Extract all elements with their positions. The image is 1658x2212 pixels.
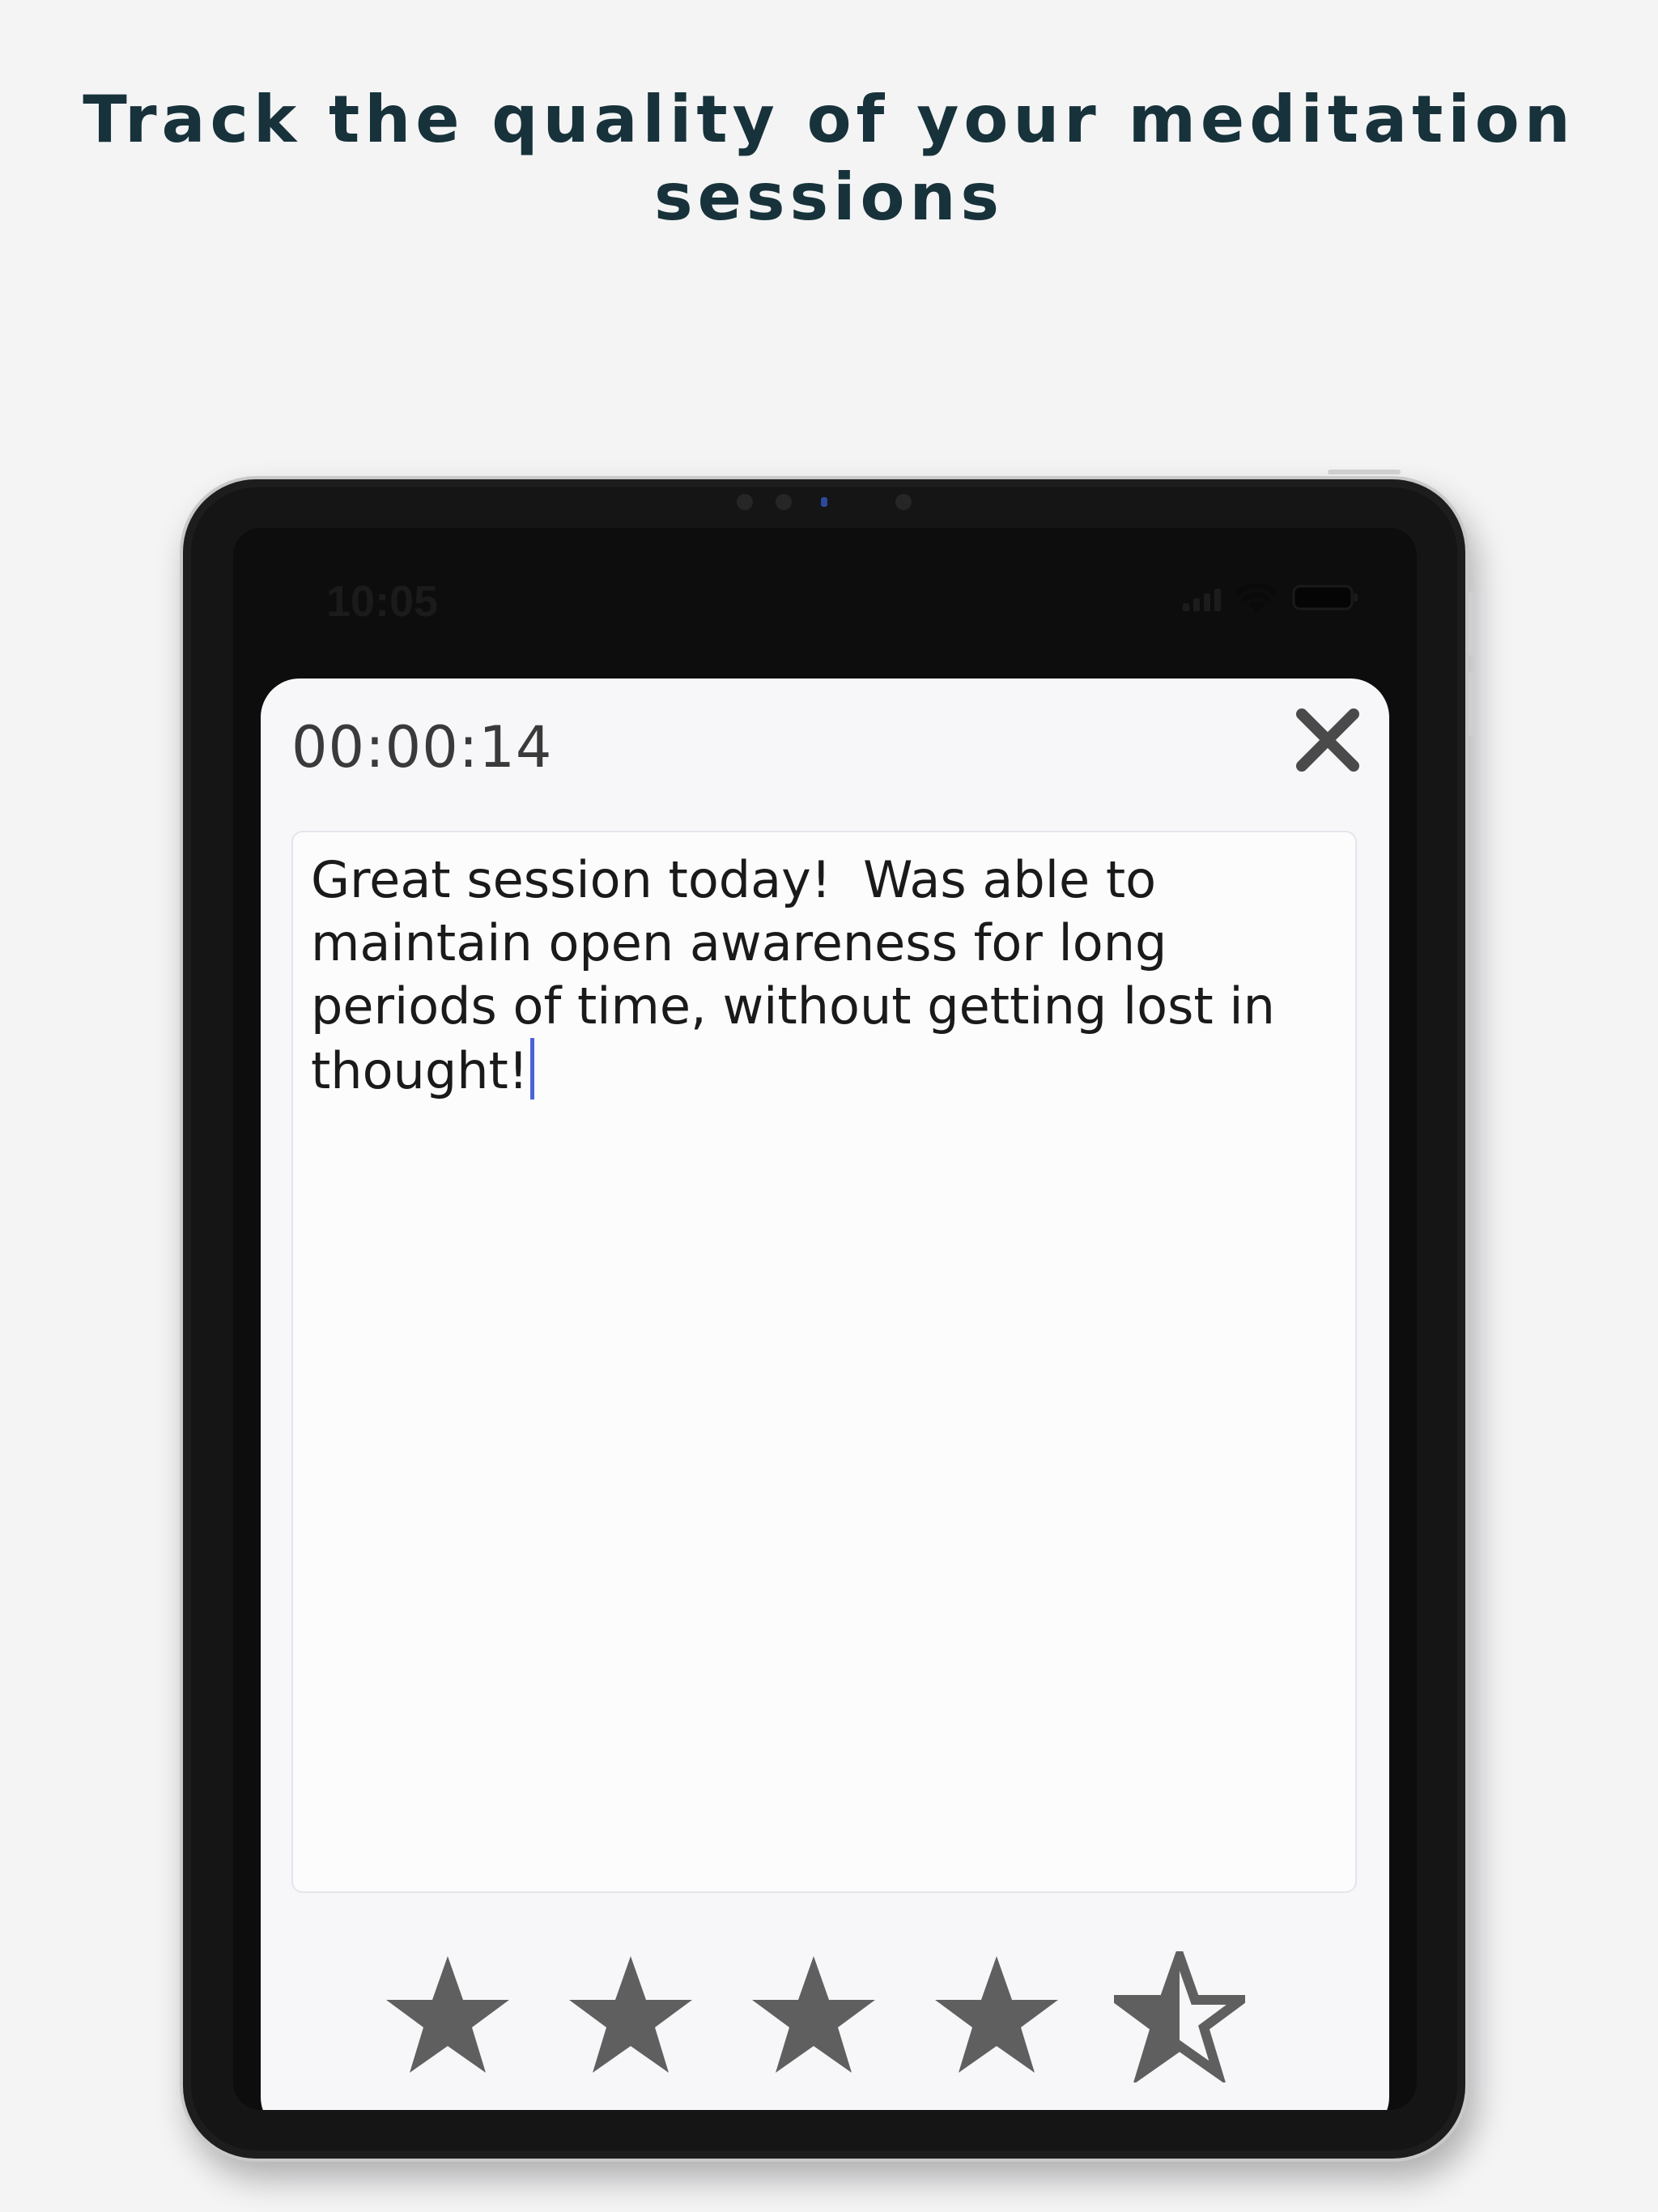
session-notes-text: Great session today! Was able to maintai… (311, 850, 1291, 1100)
session-entry-sheet: 00:00:14 Great session today! Was able t… (261, 678, 1389, 2110)
volume-down-button (1469, 672, 1473, 737)
star-icon[interactable] (565, 1951, 696, 2082)
status-icons (1183, 581, 1360, 614)
star-rating[interactable] (382, 1951, 1245, 2082)
close-icon (1296, 708, 1359, 772)
headline-line-2: sessions (653, 160, 1005, 235)
text-caret (529, 1038, 534, 1100)
page-headline: Track the quality of your meditation ses… (0, 81, 1658, 236)
wifi-icon (1236, 583, 1277, 614)
front-camera (729, 489, 923, 512)
signal-icon (1183, 584, 1221, 611)
session-notes-textarea[interactable]: Great session today! Was able to maintai… (291, 831, 1357, 1893)
close-button[interactable] (1289, 701, 1367, 779)
session-timer: 00:00:14 (291, 714, 553, 781)
star-icon[interactable] (382, 1951, 513, 2082)
battery-icon (1292, 585, 1358, 610)
star-icon[interactable] (1114, 1951, 1245, 2082)
star-icon[interactable] (931, 1951, 1062, 2082)
headline-line-1: Track the quality of your meditation (83, 82, 1575, 157)
volume-up-button (1469, 591, 1473, 656)
status-time: 10:05 (326, 577, 439, 626)
device-screen: 10:05 00:00:14 Great session today! Was … (233, 528, 1417, 2110)
star-icon[interactable] (748, 1951, 879, 2082)
top-button (1328, 470, 1401, 474)
